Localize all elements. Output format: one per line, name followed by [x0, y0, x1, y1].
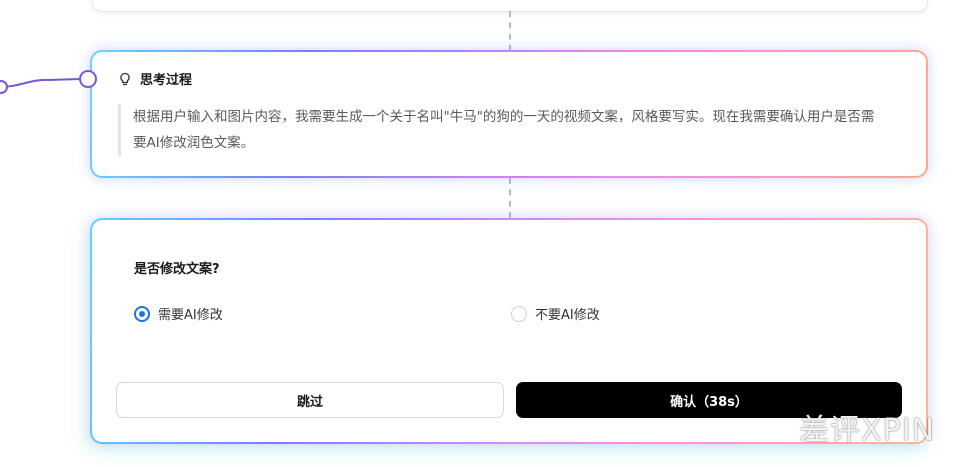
- question-title: 是否修改文案?: [134, 262, 220, 277]
- watermark: 差评XPIN: [799, 413, 935, 448]
- thinking-header: 思考过程: [118, 69, 192, 88]
- option-need-ai-edit[interactable]: 需要AI修改: [134, 304, 223, 323]
- radio-unselected-icon[interactable]: [511, 305, 527, 322]
- thinking-text: 根据用户输入和图片内容，我需要生成一个关于名叫"牛马"的狗的一天的视频文案，风格…: [118, 104, 886, 156]
- option-label: 需要AI修改: [158, 308, 223, 323]
- thinking-card: 思考过程 根据用户输入和图片内容，我需要生成一个关于名叫"牛马"的狗的一天的视频…: [90, 50, 928, 178]
- lightbulb-icon: [120, 72, 130, 85]
- thinking-title: 思考过程: [140, 73, 193, 88]
- option-label: 不要AI修改: [535, 308, 600, 323]
- flow-node: [79, 70, 97, 88]
- radio-selected-icon[interactable]: [134, 305, 150, 322]
- skip-button[interactable]: 跳过: [116, 382, 504, 418]
- flow-connector-dashed: [509, 178, 511, 218]
- flow-connector-dashed: [509, 11, 511, 51]
- option-no-ai-edit[interactable]: 不要AI修改: [511, 304, 600, 323]
